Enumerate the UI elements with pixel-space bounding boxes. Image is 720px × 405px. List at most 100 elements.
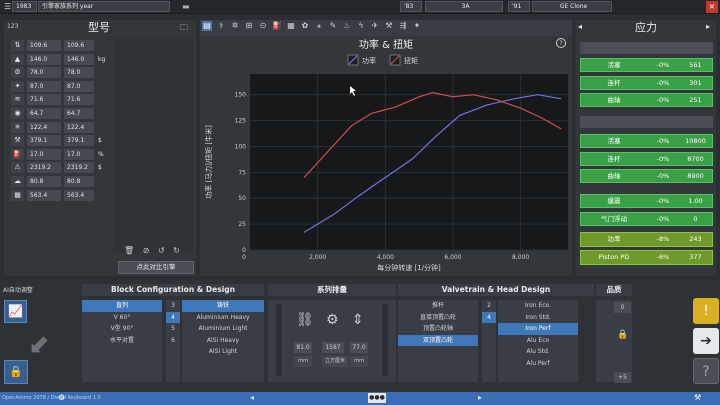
- stress-value: 251: [689, 96, 702, 104]
- stress-row[interactable]: 曲轴 -0% 251: [580, 93, 713, 107]
- list-item[interactable]: 水平对置: [82, 335, 162, 347]
- displacement-unit: 立方厘米: [322, 356, 348, 367]
- displacement-value[interactable]: 77.0: [350, 342, 368, 353]
- prev-arrow-icon[interactable]: ◂: [578, 22, 582, 31]
- cancel-icon[interactable]: ⊘: [143, 246, 150, 255]
- emissions-icon[interactable]: ♨: [342, 21, 352, 31]
- list-item[interactable]: 顶置凸轮轴: [398, 323, 478, 335]
- undo-icon[interactable]: ↺: [158, 246, 165, 255]
- list-item[interactable]: 3: [166, 300, 180, 312]
- cams-icon[interactable]: ⊞: [244, 21, 254, 31]
- list-item[interactable]: V 60°: [82, 312, 162, 324]
- row-value: 146.0: [27, 53, 61, 65]
- code1-field[interactable]: '83: [400, 1, 422, 12]
- row-icon: ⚒: [11, 135, 24, 147]
- power-chart-tab-icon[interactable]: ▤: [202, 21, 212, 31]
- row-value: 379.1: [27, 135, 61, 147]
- folder-icon[interactable]: 🗀: [180, 22, 188, 36]
- tools-icon[interactable]: ⚒: [384, 21, 394, 31]
- trash-icon[interactable]: 🗑: [124, 246, 134, 255]
- list-item[interactable]: 5: [166, 323, 180, 335]
- exhaust-icon[interactable]: ⇶: [398, 21, 408, 31]
- fuel-icon[interactable]: ⛽: [272, 21, 282, 31]
- reliability-icon[interactable]: ⚕: [216, 21, 226, 31]
- compare-button[interactable]: 点此对比引擎: [118, 261, 194, 274]
- list-item[interactable]: 2: [482, 300, 496, 312]
- list-item[interactable]: 6: [166, 335, 180, 347]
- list-item[interactable]: Iron Eco.: [498, 300, 578, 312]
- list-item[interactable]: Alu Std.: [498, 346, 578, 358]
- list-item[interactable]: Iron Perf: [498, 323, 578, 335]
- footer-text: OpenAmmo 2078 / Diesel Keyboard 1.0: [2, 395, 101, 401]
- next-arrow-icon[interactable]: ▸: [706, 22, 710, 31]
- code2-field[interactable]: '91: [508, 1, 530, 12]
- bottom-right-arrow-icon[interactable]: ▸: [478, 393, 482, 402]
- turbo-icon[interactable]: ✈: [370, 21, 380, 31]
- stress-row[interactable]: 爆震 -0% 1.00: [580, 194, 713, 208]
- stress-row[interactable]: 活塞 -0% 10800: [580, 134, 713, 148]
- rpm-icon[interactable]: ⊙: [258, 21, 268, 31]
- spark-icon[interactable]: ϟ: [356, 21, 366, 31]
- stress-row[interactable]: 功率 -8% 243: [580, 232, 713, 247]
- list-item[interactable]: Aluminium Heavy: [182, 312, 264, 324]
- stress-percent: -8%: [656, 235, 670, 243]
- list-item[interactable]: V型 90°: [82, 323, 162, 335]
- redo-icon[interactable]: ↻: [173, 246, 180, 255]
- list-item[interactable]: AlSi Light: [182, 346, 264, 358]
- displacement-value[interactable]: 1587: [322, 342, 344, 353]
- list-item[interactable]: 推杆: [398, 300, 478, 312]
- row-icon: ⚙: [11, 67, 24, 79]
- menu-dots-button[interactable]: ●●●: [368, 393, 386, 403]
- displacement-value[interactable]: 81.0: [294, 342, 312, 353]
- stress-value: 8700: [687, 154, 704, 163]
- list-item[interactable]: Alu Eco: [498, 335, 578, 347]
- gear-icon[interactable]: ✿: [300, 21, 310, 31]
- list-item[interactable]: 双顶置凸轮: [398, 334, 478, 346]
- bottom-left-arrow-icon[interactable]: ◂: [250, 393, 254, 402]
- stress-value: 377: [689, 252, 702, 261]
- row-unit: [95, 94, 111, 105]
- warning-button[interactable]: !: [693, 298, 719, 324]
- variant2-dropdown[interactable]: GE Clone: [532, 1, 612, 12]
- list-item[interactable]: 直列: [82, 300, 162, 312]
- cooling-icon[interactable]: ✲: [230, 21, 240, 31]
- stress-row[interactable]: 连杆 -0% 301: [580, 75, 713, 90]
- stress-label: 活塞: [607, 61, 621, 69]
- year-dropdown[interactable]: 1983: [12, 1, 37, 12]
- settings-icon[interactable]: ✦: [412, 21, 422, 31]
- wrench-tool-icon[interactable]: ⚒: [694, 393, 701, 402]
- variant1-dropdown[interactable]: 3A: [425, 1, 503, 12]
- stress-row[interactable]: 曲轴 -0% 8900: [580, 169, 713, 183]
- row-icon: ▲: [11, 53, 24, 65]
- list-item[interactable]: AlSi Heavy: [182, 335, 264, 347]
- list-item[interactable]: 直接顶置凸轮: [398, 312, 478, 324]
- displacement-slider-2[interactable]: [382, 304, 388, 376]
- intake-icon[interactable]: ⚹: [314, 21, 324, 31]
- help-button[interactable]: ?: [693, 358, 719, 384]
- wrench-icon[interactable]: ✎: [328, 21, 338, 31]
- list-item[interactable]: Iron Std.: [498, 312, 578, 324]
- next-button[interactable]: ➔: [693, 328, 719, 354]
- row-compare-value: 379.1: [64, 135, 94, 147]
- block-icon[interactable]: ▦: [286, 21, 296, 31]
- stress-row[interactable]: 连杆 -0% 8700: [580, 151, 713, 166]
- list-item[interactable]: 4: [482, 311, 496, 323]
- stress-row[interactable]: 活塞 -0% 561: [580, 58, 713, 72]
- row-icon: ✦: [11, 80, 24, 92]
- chart-xlabel: 每分钟转速 [1/分钟]: [377, 263, 441, 272]
- row-compare-value: 71.6: [64, 94, 94, 106]
- list-item[interactable]: 4: [166, 311, 180, 323]
- list-item[interactable]: Alu Perf: [498, 358, 578, 370]
- quality-lock-icon[interactable]: 🔒: [617, 330, 628, 340]
- list-item[interactable]: Aluminium Light: [182, 323, 264, 335]
- close-icon[interactable]: ×: [706, 1, 718, 13]
- row-compare-value: 122.4: [64, 121, 94, 133]
- lock-button[interactable]: 🔒: [4, 360, 28, 384]
- displacement-slider[interactable]: [276, 304, 282, 376]
- stress-row[interactable]: Piston PD -6% 377: [580, 249, 713, 265]
- family-dropdown[interactable]: 引擎家族系列 year: [38, 1, 170, 12]
- graph-button[interactable]: 📈: [4, 300, 27, 323]
- stress-row[interactable]: 气门浮动 -0% 0: [580, 211, 713, 226]
- chart-title: 功率 & 扭矩: [359, 38, 413, 51]
- list-item[interactable]: 铸铁: [182, 300, 264, 312]
